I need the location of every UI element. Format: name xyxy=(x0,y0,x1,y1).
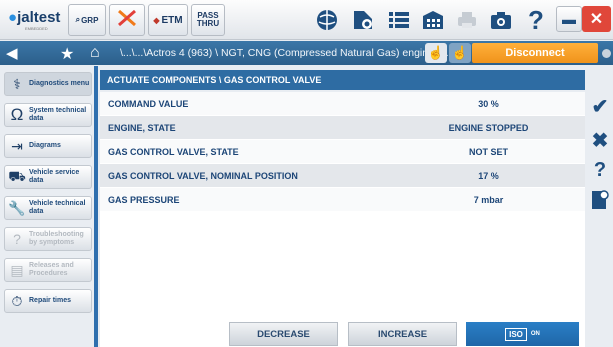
parameter-name: GAS PRESSURE xyxy=(108,194,180,205)
parameter-name: COMMAND VALUE xyxy=(108,98,189,109)
building-icon[interactable] xyxy=(418,6,448,34)
document-gear-icon: ▤ xyxy=(10,261,24,278)
parameter-value: 30 % xyxy=(478,98,499,109)
table-row: ENGINE, STATE ENGINE STOPPED xyxy=(100,116,585,140)
close-icon: ✕ xyxy=(589,11,604,28)
etm-button[interactable]: ◆ ETM xyxy=(148,4,188,36)
printer-icon[interactable] xyxy=(452,6,482,34)
check-icon[interactable]: ✔ xyxy=(588,94,612,118)
help-gear-icon[interactable]: ? xyxy=(588,158,612,182)
sidebar-item-system-technical-data[interactable]: Ω System technical data xyxy=(4,103,92,127)
tools-button[interactable] xyxy=(109,4,145,36)
top-toolbar: ●jaltest EMBEDDED ⌕ GRP ◆ ETM PASS THRU ? xyxy=(0,0,613,40)
decrease-button[interactable]: DECREASE xyxy=(229,322,338,346)
status-dot xyxy=(602,49,611,58)
question-wrench-icon: ? xyxy=(13,231,21,247)
iso-box: ISO xyxy=(505,327,527,341)
hand-pointer-button[interactable]: ☝ xyxy=(425,43,447,63)
app-logo: ●jaltest xyxy=(8,9,61,26)
table-row: GAS CONTROL VALVE, NOMINAL POSITION 17 % xyxy=(100,164,585,188)
hand-outline-icon: ☝ xyxy=(451,45,469,60)
document-gear-icon[interactable] xyxy=(588,188,612,212)
close-button[interactable]: ✕ xyxy=(582,6,611,32)
parameter-name: ENGINE, STATE xyxy=(108,122,176,133)
table-row: GAS CONTROL VALVE, STATE NOT SET xyxy=(100,140,585,164)
sidebar-item-troubleshooting: ? Troubleshooting by symptoms xyxy=(4,227,92,251)
disconnect-button[interactable]: Disconnect xyxy=(472,43,598,63)
omega-icon: Ω xyxy=(10,105,24,124)
back-arrow-icon[interactable]: ◀ xyxy=(6,44,18,62)
parameter-value: ENGINE STOPPED xyxy=(448,122,529,133)
etm-icon: ◆ xyxy=(153,15,160,25)
eye-icon[interactable] xyxy=(348,6,378,34)
truck-icon: ⛟ xyxy=(8,167,26,184)
on-toggle-button[interactable]: ISO ON xyxy=(466,322,579,346)
logo-subtitle: EMBEDDED xyxy=(25,26,48,31)
hand-disabled-button[interactable]: ☝ xyxy=(449,43,471,63)
sidebar-item-releases-procedures: ▤ Releases and Procedures xyxy=(4,258,92,282)
sidebar-item-repair-times[interactable]: ⏱ Repair times xyxy=(4,289,92,313)
breadcrumb: \...\...\Actros 4 (963) \ NGT, CNG (Comp… xyxy=(120,47,455,59)
sidebar-item-vehicle-service-data[interactable]: ⛟ Vehicle service data xyxy=(4,165,92,189)
table-empty-area xyxy=(100,212,585,320)
pass-thru-button[interactable]: PASS THRU xyxy=(191,4,225,36)
sidebar-item-diagrams[interactable]: ⇥ Diagrams xyxy=(4,134,92,158)
table-row: COMMAND VALUE 30 % xyxy=(100,92,585,116)
stethoscope-icon: ⚕ xyxy=(13,75,21,92)
world-icon[interactable] xyxy=(312,6,342,34)
parameter-name: GAS CONTROL VALVE, STATE xyxy=(108,146,239,157)
search-icon: ⌕ xyxy=(75,15,81,24)
on-label: ON xyxy=(530,331,540,337)
diagram-icon: ⇥ xyxy=(11,137,23,154)
parameters-table: COMMAND VALUE 30 % ENGINE, STATE ENGINE … xyxy=(100,92,585,212)
home-icon[interactable]: ⌂ xyxy=(90,44,100,62)
list-icon[interactable] xyxy=(384,6,414,34)
navigation-bar: ◀ ★ ⌂ \...\...\Actros 4 (963) \ NGT, CNG… xyxy=(0,41,613,65)
sidebar-item-vehicle-technical-data[interactable]: 🔧 Vehicle technical data xyxy=(4,196,92,220)
sidebar-item-diagnostics-menu[interactable]: ⚕ Diagnostics menu xyxy=(4,72,92,96)
sidebar-divider xyxy=(94,66,98,347)
increase-button[interactable]: INCREASE xyxy=(348,322,457,346)
table-row: GAS PRESSURE 7 mbar xyxy=(100,188,585,212)
clock-wrench-icon: ⏱ xyxy=(11,292,23,309)
wrench-icon: 🔧 xyxy=(8,199,26,216)
parameter-value: NOT SET xyxy=(468,146,508,157)
parameter-name: GAS CONTROL VALVE, NOMINAL POSITION xyxy=(108,170,298,181)
parameter-value: 17 % xyxy=(478,170,499,181)
parameter-value: 7 mbar xyxy=(473,194,504,205)
favorites-star-icon[interactable]: ★ xyxy=(60,44,74,64)
help-icon[interactable]: ? xyxy=(521,5,551,35)
tools-icon xyxy=(115,7,139,34)
cross-icon[interactable]: ✖ xyxy=(588,128,612,152)
hand-pointer-icon: ☝ xyxy=(427,45,445,60)
panel-title: ACTUATE COMPONENTS \ GAS CONTROL VALVE xyxy=(100,70,585,90)
camera-icon[interactable] xyxy=(486,6,516,34)
grp-button[interactable]: ⌕ GRP xyxy=(68,4,106,36)
